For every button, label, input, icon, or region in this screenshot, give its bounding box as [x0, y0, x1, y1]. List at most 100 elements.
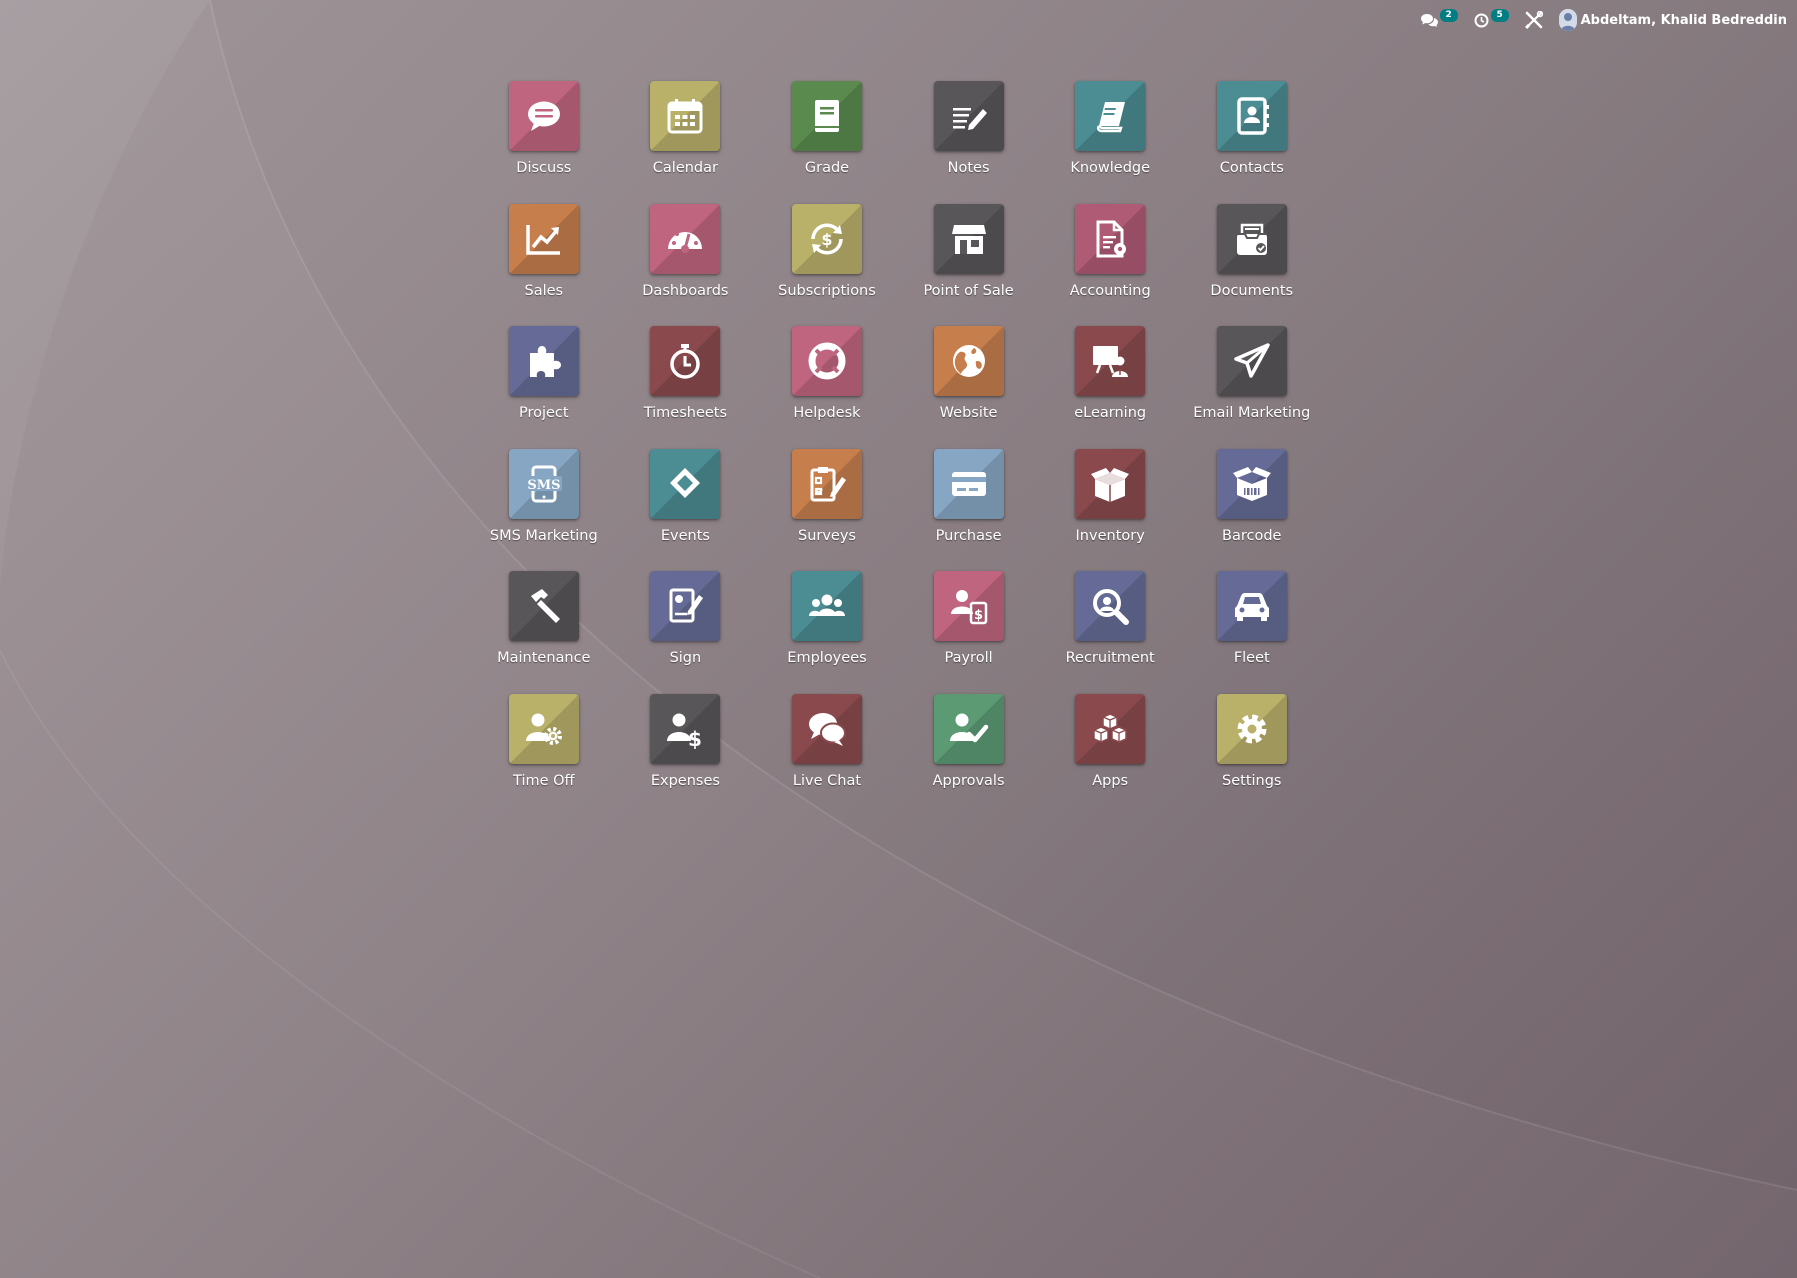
app-tile-payroll[interactable]: $ Payroll: [898, 571, 1040, 694]
app-tile-barcode[interactable]: Barcode: [1181, 448, 1323, 572]
app-tile-documents[interactable]: Documents: [1181, 203, 1323, 327]
app-icon-apps[interactable]: [1075, 693, 1146, 764]
app-label: Recruitment: [1065, 650, 1155, 667]
messages-menu[interactable]: 2: [1420, 8, 1458, 32]
app-tile-point-of-sale[interactable]: Point of Sale: [898, 203, 1040, 327]
app-tile-subscriptions[interactable]: $ Subscriptions: [756, 203, 898, 327]
app-icon-sms-marketing[interactable]: SMS: [508, 448, 579, 519]
app-tile-discuss[interactable]: Discuss: [473, 81, 615, 204]
app-icon-notes[interactable]: [933, 81, 1004, 151]
app-tile-knowledge[interactable]: Knowledge: [1039, 81, 1181, 204]
app-label: Email Marketing: [1193, 405, 1311, 422]
app-icon-grade[interactable]: [791, 81, 862, 151]
app-tile-expenses[interactable]: $ Expenses: [615, 693, 757, 817]
app-tile-project[interactable]: Project: [473, 326, 615, 449]
app-tile-calendar[interactable]: Calendar: [615, 81, 757, 204]
app-tile-apps[interactable]: Apps: [1039, 693, 1181, 817]
app-icon-events[interactable]: [650, 448, 721, 519]
app-icon-subscriptions[interactable]: $: [791, 203, 862, 274]
app-icon-documents[interactable]: [1216, 203, 1287, 274]
app-label: Purchase: [935, 527, 1002, 544]
app-label: Inventory: [1075, 527, 1145, 544]
app-tile-timesheets[interactable]: Timesheets: [615, 326, 757, 449]
app-icon-time-off[interactable]: [508, 693, 579, 764]
checklist-pen-icon: [810, 466, 846, 502]
app-tile-time-off[interactable]: Time Off: [473, 693, 615, 817]
app-label: Project: [518, 405, 569, 422]
user-menu[interactable]: Abdeltam, Khalid Bedreddin: [1558, 9, 1787, 31]
app-icon-elearning[interactable]: [1075, 326, 1146, 397]
app-icon-inventory[interactable]: [1075, 448, 1146, 519]
app-tile-email-marketing[interactable]: Email Marketing: [1181, 326, 1323, 449]
app-icon-website[interactable]: [933, 326, 1004, 397]
app-icon-barcode[interactable]: [1216, 448, 1287, 519]
app-tile-fleet[interactable]: Fleet: [1181, 571, 1323, 694]
app-tile-employees[interactable]: Employees: [756, 571, 898, 694]
address-book-icon: [1237, 97, 1269, 135]
app-tile-events[interactable]: Events: [615, 448, 757, 572]
app-icon-project[interactable]: [508, 326, 579, 397]
app-icon-surveys[interactable]: [791, 448, 862, 519]
puzzle-icon: [529, 346, 561, 378]
app-icon-accounting[interactable]: [1075, 203, 1146, 274]
book-icon: [814, 100, 839, 132]
credit-card-icon: [951, 471, 986, 496]
app-tile-accounting[interactable]: Accounting: [1039, 203, 1181, 327]
app-tile-approvals[interactable]: Approvals: [898, 693, 1040, 817]
app-label: Notes: [947, 160, 990, 176]
app-tile-surveys[interactable]: Surveys: [756, 448, 898, 572]
app-icon-calendar[interactable]: [650, 81, 721, 151]
app-icon-sales[interactable]: [508, 203, 579, 274]
chat-icon: [1420, 13, 1438, 27]
app-icon-point-of-sale[interactable]: [933, 203, 1004, 274]
app-tile-settings[interactable]: Settings: [1181, 693, 1323, 817]
app-icon-discuss[interactable]: [508, 81, 579, 151]
app-tile-notes[interactable]: Notes: [898, 81, 1040, 204]
app-icon-sign[interactable]: [650, 571, 721, 642]
app-tile-maintenance[interactable]: Maintenance: [473, 571, 615, 694]
app-icon-recruitment[interactable]: [1075, 571, 1146, 642]
app-tile-helpdesk[interactable]: Helpdesk: [756, 326, 898, 449]
app-tile-inventory[interactable]: Inventory: [1039, 448, 1181, 572]
app-tile-live-chat[interactable]: Live Chat: [756, 693, 898, 817]
app-icon-email-marketing[interactable]: [1216, 326, 1287, 397]
user-gear-icon: [525, 713, 562, 745]
app-tile-website[interactable]: Website: [898, 326, 1040, 449]
app-label: Live Chat: [792, 772, 862, 789]
app-icon-maintenance[interactable]: [508, 571, 579, 642]
magnifier-icon: [1093, 589, 1130, 626]
app-icon-helpdesk[interactable]: [791, 326, 862, 397]
app-tile-elearning[interactable]: eLearning: [1039, 326, 1181, 449]
app-label: SMS Marketing: [489, 527, 598, 544]
activities-menu[interactable]: 5: [1474, 8, 1509, 32]
app-icon-dashboards[interactable]: [650, 203, 721, 274]
app-label: Approvals: [932, 772, 1005, 789]
app-icon-contacts[interactable]: [1216, 81, 1287, 151]
app-label: Events: [660, 527, 710, 544]
chat-bubbles-icon: [808, 712, 846, 746]
app-label: Employees: [787, 650, 867, 667]
app-icon-timesheets[interactable]: [650, 326, 721, 397]
app-icon-purchase[interactable]: [933, 448, 1004, 519]
app-icon-fleet[interactable]: [1216, 571, 1287, 642]
app-icon-approvals[interactable]: [933, 693, 1004, 764]
gear-icon: [1237, 714, 1267, 744]
app-icon-employees[interactable]: [791, 571, 862, 642]
app-tile-sms-marketing[interactable]: SMS SMS Marketing: [473, 448, 615, 572]
shop-icon: [951, 224, 986, 254]
app-tile-sales[interactable]: Sales: [473, 203, 615, 327]
app-tile-purchase[interactable]: Purchase: [898, 448, 1040, 572]
clock-icon: [1474, 13, 1489, 27]
app-icon-expenses[interactable]: $: [650, 693, 721, 764]
app-tile-contacts[interactable]: Contacts: [1181, 81, 1323, 204]
app-tile-dashboards[interactable]: Dashboards: [615, 203, 757, 327]
app-icon-settings[interactable]: [1216, 693, 1287, 764]
app-tile-recruitment[interactable]: Recruitment: [1039, 571, 1181, 694]
app-icon-payroll[interactable]: $: [933, 571, 1004, 642]
app-icon-live-chat[interactable]: [791, 693, 862, 764]
systray: 2 5 Abdeltam, Khalid Bedreddin: [1420, 8, 1787, 32]
app-tile-grade[interactable]: Grade: [756, 81, 898, 204]
debug-tools-menu[interactable]: [1524, 8, 1543, 32]
app-icon-knowledge[interactable]: [1075, 81, 1146, 151]
app-tile-sign[interactable]: Sign: [615, 571, 757, 694]
